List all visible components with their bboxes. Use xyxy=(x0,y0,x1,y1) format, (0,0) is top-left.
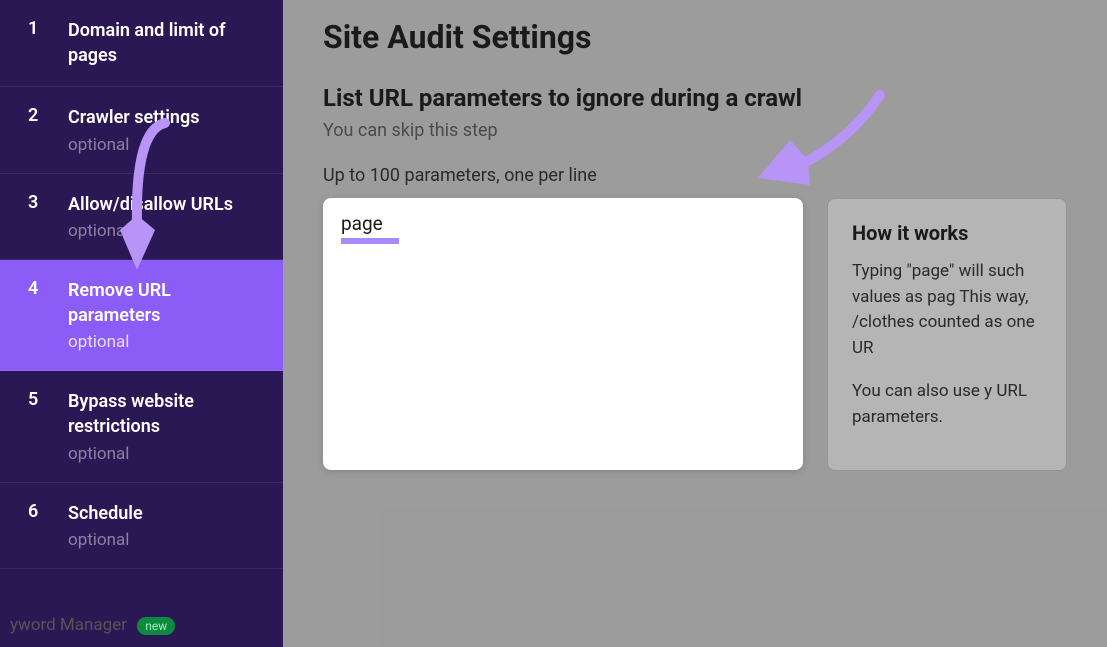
settings-sidebar: 1 Domain and limit of pages 2 Crawler se… xyxy=(0,0,283,647)
step-number: 2 xyxy=(28,105,68,154)
step-number: 6 xyxy=(28,501,68,550)
footer-nav-item[interactable]: yword Manager new xyxy=(0,611,185,639)
how-it-works-panel: How it works Typing "page" will such val… xyxy=(827,198,1067,471)
textarea-value: page xyxy=(341,212,785,235)
main-content: Site Audit Settings List URL parameters … xyxy=(283,0,1107,647)
info-paragraph: Typing "page" will such values as pag Th… xyxy=(852,259,1042,361)
step-allow-disallow[interactable]: 3 Allow/disallow URLs optional xyxy=(0,174,283,260)
step-title: Bypass website restrictions xyxy=(68,389,263,439)
hint-text: Up to 100 parameters, one per line xyxy=(323,165,1067,186)
footer-label: yword Manager xyxy=(10,615,127,635)
highlight-underline xyxy=(341,238,399,244)
step-title: Schedule xyxy=(68,501,263,526)
section-subtitle: You can skip this step xyxy=(323,120,1067,141)
page-title: Site Audit Settings xyxy=(323,18,1067,56)
step-number: 5 xyxy=(28,389,68,463)
url-parameters-textarea[interactable]: page xyxy=(323,198,803,470)
step-title: Allow/disallow URLs xyxy=(68,192,263,217)
step-number: 4 xyxy=(28,278,68,352)
step-title: Crawler settings xyxy=(68,105,263,130)
step-domain-limit[interactable]: 1 Domain and limit of pages xyxy=(0,0,283,87)
step-crawler-settings[interactable]: 2 Crawler settings optional xyxy=(0,87,283,173)
step-bypass-restrictions[interactable]: 5 Bypass website restrictions optional xyxy=(0,371,283,482)
step-number: 1 xyxy=(28,18,68,68)
info-title: How it works xyxy=(852,221,1042,245)
step-optional: optional xyxy=(68,135,263,155)
step-title: Remove URL parameters xyxy=(68,278,263,328)
new-badge: new xyxy=(137,617,175,635)
step-remove-url-parameters[interactable]: 4 Remove URL parameters optional xyxy=(0,260,283,371)
step-title: Domain and limit of pages xyxy=(68,18,263,68)
step-number: 3 xyxy=(28,192,68,241)
step-schedule[interactable]: 6 Schedule optional xyxy=(0,483,283,569)
step-optional: optional xyxy=(68,530,263,550)
step-optional: optional xyxy=(68,332,263,352)
step-optional: optional xyxy=(68,444,263,464)
info-paragraph: You can also use y URL parameters. xyxy=(852,379,1042,430)
step-optional: optional xyxy=(68,221,263,241)
section-title: List URL parameters to ignore during a c… xyxy=(323,84,1067,112)
